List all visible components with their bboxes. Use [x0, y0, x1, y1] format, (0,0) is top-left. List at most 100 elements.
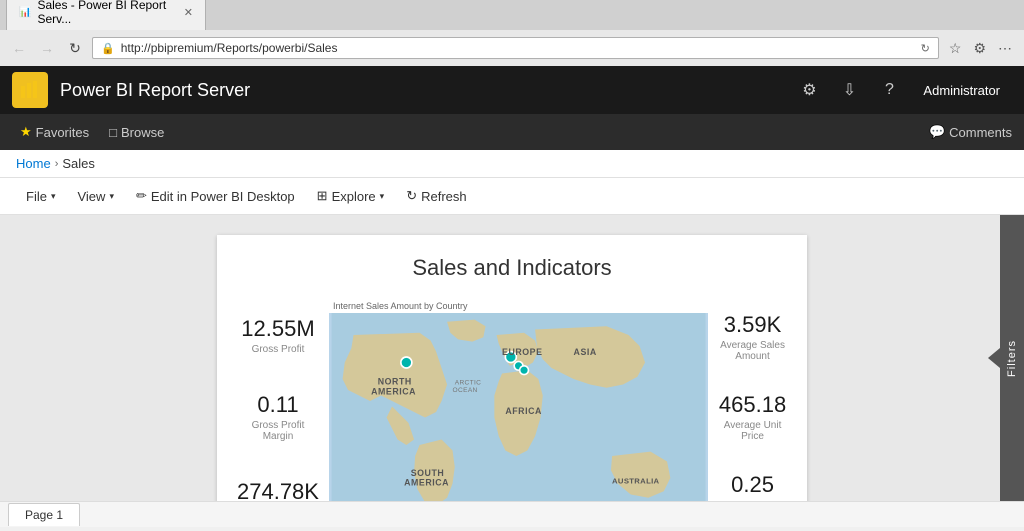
refresh-icon: ↻ — [406, 188, 417, 204]
svg-text:OCEAN: OCEAN — [453, 387, 478, 394]
browse-nav-item[interactable]: □ Browse — [101, 125, 172, 140]
right-stats-panel: 3.59K Average Sales Amount 465.18 Averag… — [718, 297, 787, 501]
toolbar: File ▾ View ▾ ✏ Edit in Power BI Desktop… — [0, 178, 1024, 215]
svg-text:NORTH: NORTH — [378, 377, 412, 387]
powerbi-logo-icon — [20, 80, 40, 100]
browser-action-buttons: ☆ ⚙ ⋯ — [945, 38, 1016, 59]
view-dropdown-arrow: ▾ — [109, 191, 114, 202]
refresh-button[interactable]: ↻ — [64, 37, 86, 59]
left-stats-panel: 12.55M Gross Profit 0.11 Gross Profit Ma… — [237, 297, 319, 501]
gross-profit-margin-label: Gross Profit Margin — [237, 420, 319, 442]
download-icon-button[interactable]: ⇩ — [831, 72, 867, 108]
file-label: File — [26, 189, 47, 204]
filters-arrow-icon — [988, 348, 1000, 368]
tab-favicon: 📊 — [19, 7, 31, 18]
breadcrumb-bar: Home › Sales — [0, 150, 1024, 178]
expense-revenue-value: 0.25 — [718, 472, 787, 498]
world-map-svg: NORTH AMERICA EUROPE ASIA AFRICA SOUTH A… — [329, 313, 708, 501]
star-button[interactable]: ☆ — [945, 38, 966, 59]
view-label: View — [77, 189, 105, 204]
browse-icon: □ — [109, 125, 117, 140]
browser-tab[interactable]: 📊 Sales - Power BI Report Serv... ✕ — [6, 0, 206, 30]
settings-icon-button[interactable]: ⚙ — [791, 72, 827, 108]
favorites-nav-item[interactable]: ★ Favorites — [12, 124, 97, 140]
explore-dropdown-arrow: ▾ — [380, 191, 385, 202]
refresh-label: Refresh — [421, 189, 467, 204]
explore-icon: ⊞ — [317, 188, 328, 204]
address-bar[interactable]: 🔒 http://pbipremium/Reports/powerbi/Sale… — [92, 37, 939, 59]
help-icon-button[interactable]: ? — [871, 72, 907, 108]
avg-unit-price-stat: 465.18 Average Unit Price — [718, 384, 787, 450]
tab-title: Sales - Power BI Report Serv... — [37, 0, 173, 26]
report-content: 12.55M Gross Profit 0.11 Gross Profit Ma… — [237, 297, 787, 501]
lock-icon: 🔒 — [101, 42, 115, 55]
map-background: NORTH AMERICA EUROPE ASIA AFRICA SOUTH A… — [329, 313, 708, 501]
gross-profit-margin-stat: 0.11 Gross Profit Margin — [237, 384, 319, 450]
breadcrumb-separator: › — [55, 158, 59, 170]
svg-text:AUSTRALIA: AUSTRALIA — [612, 477, 660, 486]
report-title: Sales and Indicators — [237, 255, 787, 281]
svg-text:SOUTH: SOUTH — [411, 468, 445, 478]
map-title: Internet Sales Amount by Country — [329, 297, 708, 313]
svg-text:ARCTIC: ARCTIC — [455, 380, 482, 387]
gross-profit-value: 12.55M — [237, 316, 319, 342]
browser-tabs: 📊 Sales - Power BI Report Serv... ✕ — [0, 0, 1024, 30]
report-page: Sales and Indicators 12.55M Gross Profit… — [217, 235, 807, 501]
order-quantity-value: 274.78K — [237, 479, 319, 501]
filters-panel[interactable]: Filters — [1000, 215, 1024, 501]
page-1-label: Page 1 — [25, 508, 63, 522]
svg-text:EUROPE: EUROPE — [502, 347, 542, 357]
expense-revenue-label: Expense to Revenue Ratio — [718, 500, 787, 501]
gross-profit-label: Gross Profit — [237, 344, 319, 355]
svg-text:AFRICA: AFRICA — [505, 406, 542, 416]
order-quantity-stat: 274.78K Order Quantity — [237, 471, 319, 501]
gross-profit-margin-value: 0.11 — [237, 392, 319, 418]
breadcrumb-current-page: Sales — [62, 156, 95, 171]
back-button[interactable]: ← — [8, 37, 30, 59]
edit-icon: ✏ — [136, 188, 147, 204]
edit-powerbi-button[interactable]: ✏ Edit in Power BI Desktop — [126, 184, 305, 208]
avg-unit-price-value: 465.18 — [718, 392, 787, 418]
header-actions: ⚙ ⇩ ? Administrator — [791, 72, 1012, 108]
secondary-nav: ★ Favorites □ Browse 💬 Comments — [0, 114, 1024, 150]
url-text: http://pbipremium/Reports/powerbi/Sales — [121, 41, 915, 55]
gross-profit-stat: 12.55M Gross Profit — [237, 308, 319, 363]
expense-revenue-stat: 0.25 Expense to Revenue Ratio — [718, 464, 787, 501]
view-menu-button[interactable]: View ▾ — [67, 185, 123, 208]
favorites-label: Favorites — [36, 125, 89, 140]
file-menu-button[interactable]: File ▾ — [16, 185, 65, 208]
avg-sales-value: 3.59K — [718, 312, 787, 338]
filters-label: Filters — [1006, 332, 1018, 385]
browser-chrome: 📊 Sales - Power BI Report Serv... ✕ ← → … — [0, 0, 1024, 66]
forward-button[interactable]: → — [36, 37, 58, 59]
avg-sales-stat: 3.59K Average Sales Amount — [718, 304, 787, 370]
comments-label: Comments — [949, 125, 1012, 140]
avg-sales-label: Average Sales Amount — [718, 340, 787, 362]
refresh-icon: ↻ — [921, 42, 930, 55]
browse-label: Browse — [121, 125, 164, 140]
app-title: Power BI Report Server — [60, 80, 791, 101]
comments-icon: 💬 — [929, 124, 945, 140]
app-logo — [12, 72, 48, 108]
avg-unit-price-label: Average Unit Price — [718, 420, 787, 442]
star-icon: ★ — [20, 124, 32, 140]
comments-button[interactable]: 💬 Comments — [929, 124, 1012, 140]
map-panel: Internet Sales Amount by Country — [329, 297, 708, 501]
svg-text:AMERICA: AMERICA — [404, 478, 449, 488]
explore-label: Explore — [332, 189, 376, 204]
file-dropdown-arrow: ▾ — [51, 191, 56, 202]
browser-bar: ← → ↻ 🔒 http://pbipremium/Reports/powerb… — [0, 30, 1024, 66]
svg-text:AMERICA: AMERICA — [371, 386, 416, 396]
page-1-tab[interactable]: Page 1 — [8, 503, 80, 526]
user-menu-button[interactable]: Administrator — [911, 83, 1012, 98]
report-container: Sales and Indicators 12.55M Gross Profit… — [0, 215, 1024, 501]
main-area: Sales and Indicators 12.55M Gross Profit… — [0, 215, 1024, 501]
explore-menu-button[interactable]: ⊞ Explore ▾ — [307, 184, 395, 208]
breadcrumb-home-link[interactable]: Home — [16, 156, 51, 171]
page-tabs: Page 1 — [0, 501, 1024, 527]
settings-button[interactable]: ⚙ — [969, 38, 990, 59]
menu-button[interactable]: ⋯ — [994, 38, 1016, 59]
app-header: Power BI Report Server ⚙ ⇩ ? Administrat… — [0, 66, 1024, 114]
refresh-button[interactable]: ↻ Refresh — [396, 184, 476, 208]
tab-close-button[interactable]: ✕ — [184, 6, 193, 19]
